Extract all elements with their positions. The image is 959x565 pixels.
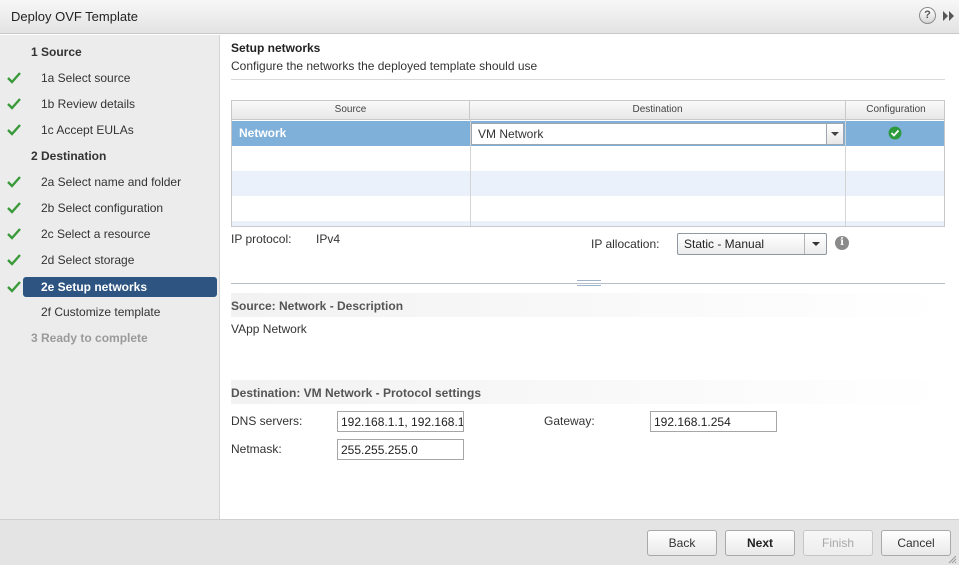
cancel-button[interactable]: Cancel [881,530,951,556]
table-row-empty [232,221,944,226]
wizard-footer: Back Next Finish Cancel [0,519,959,565]
help-icon[interactable]: ? [919,7,936,24]
gateway-input[interactable]: 192.168.1.254 [650,411,777,432]
step-1b-review-details[interactable]: 1b Review details [0,94,220,114]
finish-button: Finish [803,530,873,556]
step-2c-select-resource[interactable]: 2c Select a resource [0,224,220,244]
checkmark-icon [6,70,22,86]
chevron-down-icon[interactable] [804,234,826,254]
ok-status-icon [888,126,902,140]
chevron-down-icon[interactable] [826,124,843,144]
table-row-empty [232,196,944,221]
column-divider [845,120,846,226]
next-button[interactable]: Next [725,530,795,556]
checkmark-icon [6,122,22,138]
page-title: Setup networks [231,41,321,55]
ip-allocation-select[interactable]: Static - Manual [677,233,827,255]
step-1c-accept-eulas[interactable]: 1c Accept EULAs [0,120,220,140]
network-mapping-table: Source Destination Configuration Network… [231,100,945,227]
splitter-grip-icon[interactable] [577,280,601,286]
dialog-title: Deploy OVF Template [11,9,138,24]
checkmark-icon [6,96,22,112]
step-3-ready-to-complete: 3 Ready to complete [31,331,148,345]
page-subtitle: Configure the networks the deployed temp… [231,59,538,73]
dns-servers-input[interactable]: 192.168.1.1, 192.168.1 [337,411,464,432]
back-button[interactable]: Back [647,530,717,556]
divider [231,79,945,80]
source-description-text: VApp Network [231,322,307,336]
step-2e-setup-networks[interactable]: 2e Setup networks [0,277,220,297]
table-row-empty [232,146,944,171]
collapse-icon[interactable] [942,9,956,23]
checkmark-icon [6,174,22,190]
source-description-header: Source: Network - Description [231,293,945,317]
step-2d-select-storage[interactable]: 2d Select storage [0,250,220,270]
checkmark-icon [6,200,22,216]
destination-network-select[interactable]: VM Network [471,123,844,145]
column-divider [470,120,471,226]
step-2a-select-name-folder[interactable]: 2a Select name and folder [0,172,220,192]
step-2-destination: 2 Destination [31,149,107,163]
ip-protocol-value: IPv4 [316,232,341,246]
checkmark-icon [6,226,22,242]
step-2f-customize-template[interactable]: 2f Customize template [0,302,220,322]
step-2b-select-configuration[interactable]: 2b Select configuration [0,198,220,218]
checkmark-icon [6,252,22,268]
ip-protocol-label: IP protocol: [231,232,292,246]
step-1-source: 1 Source [31,45,82,59]
checkmark-icon [6,279,22,295]
destination-protocol-header: Destination: VM Network - Protocol setti… [231,380,945,404]
info-icon[interactable]: i [835,236,849,250]
source-network-cell: Network [239,126,287,140]
column-header-destination[interactable]: Destination [470,101,846,120]
resize-grip-icon[interactable] [947,553,957,564]
table-row-empty [232,171,944,196]
gateway-label: Gateway: [544,414,595,428]
netmask-input[interactable]: 255.255.255.0 [337,439,464,460]
wizard-steps-sidebar: 1 Source 1a Select source 1b Review deta… [0,35,220,519]
dns-servers-label: DNS servers: [231,414,303,428]
ip-allocation-label: IP allocation: [591,237,660,251]
table-row[interactable]: Network VM Network [232,121,944,146]
netmask-label: Netmask: [231,442,282,456]
column-header-configuration[interactable]: Configuration [846,101,944,120]
title-bar: Deploy OVF Template ? [0,0,959,34]
main-panel: Setup networks Configure the networks th… [221,35,959,519]
step-1a-select-source[interactable]: 1a Select source [0,68,220,88]
column-header-source[interactable]: Source [232,101,470,120]
